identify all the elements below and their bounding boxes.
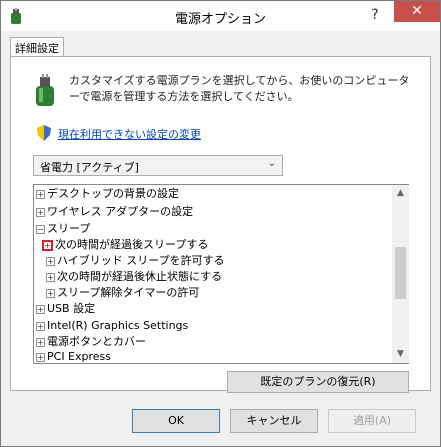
expand-icon[interactable]: + [36, 352, 45, 362]
scroll-thumb[interactable] [395, 247, 406, 299]
tree-item-power-buttons-lid[interactable]: + 電源ボタンとカバー [36, 334, 146, 349]
expand-icon[interactable]: + [46, 256, 55, 266]
tree-item-label: USB 設定 [47, 302, 96, 315]
tree-item-intel-graphics[interactable]: + Intel(R) Graphics Settings [36, 318, 188, 333]
settings-tree[interactable]: + デスクトップの背景の設定 + ワイヤレス アダプターの設定 − スリープ + 次の時… [33, 184, 409, 364]
tree-item-label: スリープ [47, 222, 91, 235]
tree-item-hibernate-after[interactable]: + 次の時間が経過後休止状態にする [46, 269, 222, 284]
tree-item-hybrid-sleep[interactable]: + ハイブリッド スリープを許可する [46, 253, 225, 268]
tree-item-label: 次の時間が経過後休止状態にする [57, 270, 223, 283]
change-unavailable-settings-link[interactable]: 現在利用できない設定の変更 [58, 126, 201, 142]
power-options-window: 電源オプション ? ✕ 詳細設定 カスタマイズする電源プランを選択してから、お使… [0, 0, 441, 447]
title-bar: 電源オプション ? ✕ [1, 1, 440, 31]
expand-icon[interactable]: + [36, 321, 45, 331]
tree-scrollbar[interactable]: ▲ ▼ [392, 185, 409, 363]
help-button[interactable]: ? [361, 4, 389, 26]
tree-item-wake-timers[interactable]: + スリープ解除タイマーの許可 [46, 285, 199, 300]
cancel-button[interactable]: キャンセル [230, 409, 318, 433]
tree-item-label: ワイヤレス アダプターの設定 [47, 205, 194, 218]
tree-item-pci-express[interactable]: + PCI Express [36, 349, 112, 363]
restore-default-plan-button[interactable]: 既定のプランの復元(R) [227, 371, 409, 393]
expand-icon[interactable]: + [36, 189, 45, 199]
tree-item-label: PCI Express [47, 350, 112, 363]
expand-icon[interactable]: + [36, 207, 45, 217]
tree-item-sleep[interactable]: − スリープ [36, 221, 90, 236]
chevron-down-icon: ⌄ [267, 158, 276, 169]
scroll-down-arrow-icon[interactable]: ▼ [392, 346, 409, 363]
tree-item-label: Intel(R) Graphics Settings [47, 319, 189, 332]
power-plan-icon [36, 74, 54, 106]
collapse-icon[interactable]: − [36, 224, 45, 234]
tree-item-sleep-after[interactable]: + 次の時間が経過後スリープする [42, 237, 208, 252]
close-button[interactable]: ✕ [394, 1, 440, 22]
tree-item-desktop-background[interactable]: + デスクトップの背景の設定 [36, 186, 179, 201]
tree-item-label: 次の時間が経過後スリープする [55, 238, 209, 251]
tree-item-wireless-adapter[interactable]: + ワイヤレス アダプターの設定 [36, 204, 193, 219]
tab-advanced-settings[interactable]: 詳細設定 [10, 37, 64, 57]
plan-select-value: 省電力 [アクティブ] [40, 161, 139, 174]
tree-item-label: スリープ解除タイマーの許可 [57, 286, 200, 299]
expand-icon[interactable]: + [42, 239, 53, 251]
tree-item-label: ハイブリッド スリープを許可する [57, 254, 225, 267]
expand-icon[interactable]: + [46, 288, 55, 298]
apply-button[interactable]: 適用(A) [328, 409, 416, 433]
expand-icon[interactable]: + [36, 337, 45, 347]
expand-icon[interactable]: + [46, 272, 55, 282]
tree-item-usb-settings[interactable]: + USB 設定 [36, 301, 95, 316]
shield-icon [37, 125, 51, 141]
tree-item-label: デスクトップの背景の設定 [47, 187, 179, 200]
power-plan-select[interactable]: 省電力 [アクティブ] ⌄ [33, 155, 283, 176]
expand-icon[interactable]: + [36, 304, 45, 314]
description-text: カスタマイズする電源プランを選択してから、お使いのコンピューターで電源を管理する… [69, 74, 410, 103]
scroll-up-arrow-icon[interactable]: ▲ [392, 185, 409, 202]
tree-item-label: 電源ボタンとカバー [47, 335, 146, 348]
ok-button[interactable]: OK [132, 409, 220, 433]
